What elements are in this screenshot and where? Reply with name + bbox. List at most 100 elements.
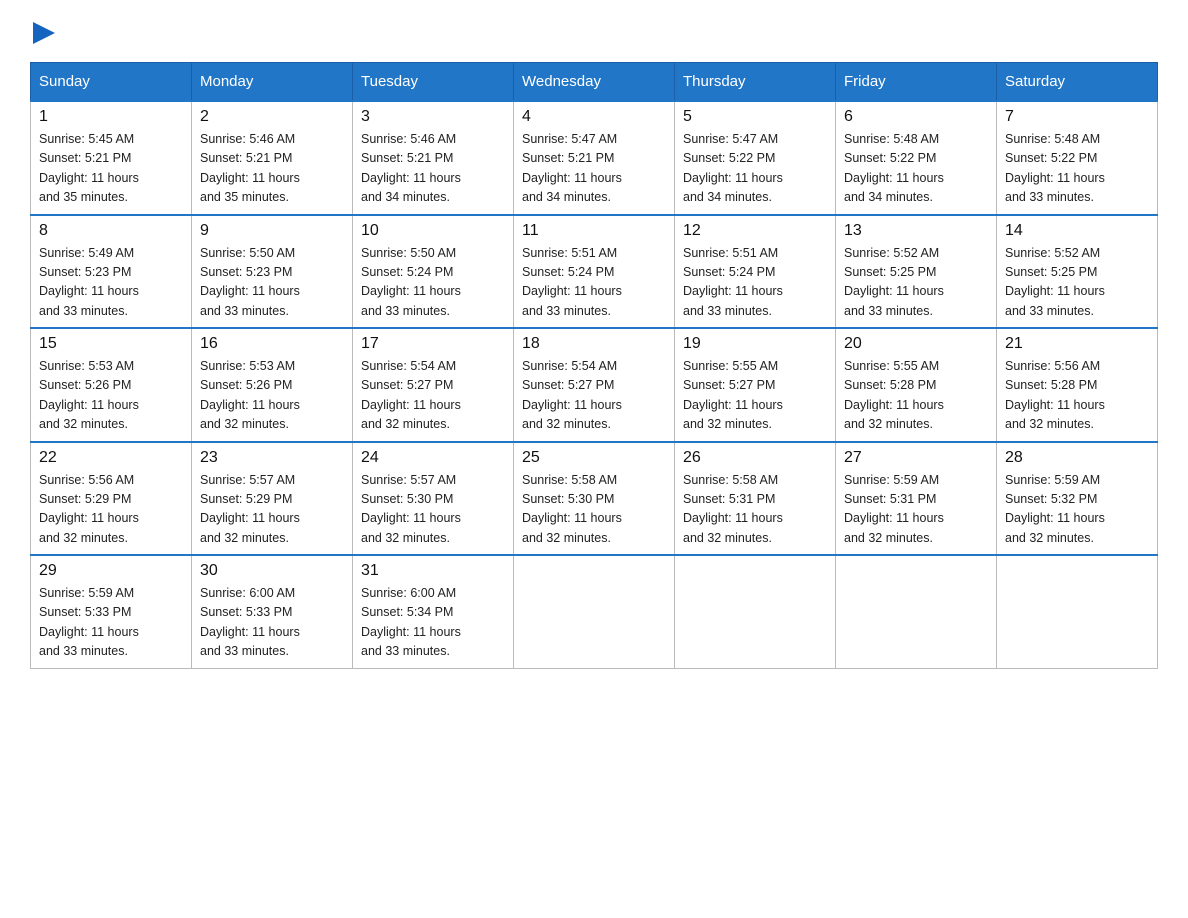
day-info: Sunrise: 5:46 AM Sunset: 5:21 PM Dayligh… [361, 130, 505, 208]
calendar-week-row: 1 Sunrise: 5:45 AM Sunset: 5:21 PM Dayli… [31, 101, 1158, 215]
calendar-cell: 17 Sunrise: 5:54 AM Sunset: 5:27 PM Dayl… [353, 328, 514, 442]
day-info: Sunrise: 5:58 AM Sunset: 5:31 PM Dayligh… [683, 471, 827, 549]
day-info: Sunrise: 5:47 AM Sunset: 5:21 PM Dayligh… [522, 130, 666, 208]
calendar-cell: 8 Sunrise: 5:49 AM Sunset: 5:23 PM Dayli… [31, 215, 192, 329]
day-info: Sunrise: 5:58 AM Sunset: 5:30 PM Dayligh… [522, 471, 666, 549]
page-header [30, 20, 1158, 44]
day-number: 25 [522, 449, 666, 467]
calendar-cell: 31 Sunrise: 6:00 AM Sunset: 5:34 PM Dayl… [353, 555, 514, 668]
calendar-table: SundayMondayTuesdayWednesdayThursdayFrid… [30, 62, 1158, 669]
day-number: 28 [1005, 449, 1149, 467]
day-number: 10 [361, 222, 505, 240]
calendar-cell: 13 Sunrise: 5:52 AM Sunset: 5:25 PM Dayl… [836, 215, 997, 329]
calendar-cell: 14 Sunrise: 5:52 AM Sunset: 5:25 PM Dayl… [997, 215, 1158, 329]
calendar-cell: 11 Sunrise: 5:51 AM Sunset: 5:24 PM Dayl… [514, 215, 675, 329]
calendar-header-row: SundayMondayTuesdayWednesdayThursdayFrid… [31, 63, 1158, 102]
calendar-cell: 21 Sunrise: 5:56 AM Sunset: 5:28 PM Dayl… [997, 328, 1158, 442]
calendar-cell: 5 Sunrise: 5:47 AM Sunset: 5:22 PM Dayli… [675, 101, 836, 215]
day-number: 22 [39, 449, 183, 467]
day-number: 4 [522, 108, 666, 126]
calendar-cell: 18 Sunrise: 5:54 AM Sunset: 5:27 PM Dayl… [514, 328, 675, 442]
day-info: Sunrise: 5:46 AM Sunset: 5:21 PM Dayligh… [200, 130, 344, 208]
calendar-cell: 28 Sunrise: 5:59 AM Sunset: 5:32 PM Dayl… [997, 442, 1158, 556]
day-info: Sunrise: 5:48 AM Sunset: 5:22 PM Dayligh… [844, 130, 988, 208]
calendar-cell: 19 Sunrise: 5:55 AM Sunset: 5:27 PM Dayl… [675, 328, 836, 442]
day-info: Sunrise: 5:57 AM Sunset: 5:30 PM Dayligh… [361, 471, 505, 549]
day-info: Sunrise: 5:52 AM Sunset: 5:25 PM Dayligh… [1005, 244, 1149, 322]
calendar-header-saturday: Saturday [997, 63, 1158, 102]
calendar-cell: 1 Sunrise: 5:45 AM Sunset: 5:21 PM Dayli… [31, 101, 192, 215]
day-number: 19 [683, 335, 827, 353]
calendar-cell: 27 Sunrise: 5:59 AM Sunset: 5:31 PM Dayl… [836, 442, 997, 556]
calendar-week-row: 15 Sunrise: 5:53 AM Sunset: 5:26 PM Dayl… [31, 328, 1158, 442]
day-info: Sunrise: 5:50 AM Sunset: 5:23 PM Dayligh… [200, 244, 344, 322]
day-info: Sunrise: 5:53 AM Sunset: 5:26 PM Dayligh… [39, 357, 183, 435]
day-number: 23 [200, 449, 344, 467]
day-info: Sunrise: 5:55 AM Sunset: 5:27 PM Dayligh… [683, 357, 827, 435]
calendar-cell: 10 Sunrise: 5:50 AM Sunset: 5:24 PM Dayl… [353, 215, 514, 329]
calendar-header-thursday: Thursday [675, 63, 836, 102]
day-info: Sunrise: 5:59 AM Sunset: 5:33 PM Dayligh… [39, 584, 183, 662]
calendar-cell: 2 Sunrise: 5:46 AM Sunset: 5:21 PM Dayli… [192, 101, 353, 215]
day-number: 29 [39, 562, 183, 580]
day-number: 14 [1005, 222, 1149, 240]
day-number: 12 [683, 222, 827, 240]
day-number: 17 [361, 335, 505, 353]
day-info: Sunrise: 5:49 AM Sunset: 5:23 PM Dayligh… [39, 244, 183, 322]
day-number: 18 [522, 335, 666, 353]
day-info: Sunrise: 5:47 AM Sunset: 5:22 PM Dayligh… [683, 130, 827, 208]
calendar-cell: 7 Sunrise: 5:48 AM Sunset: 5:22 PM Dayli… [997, 101, 1158, 215]
day-info: Sunrise: 5:50 AM Sunset: 5:24 PM Dayligh… [361, 244, 505, 322]
calendar-header-friday: Friday [836, 63, 997, 102]
day-info: Sunrise: 5:51 AM Sunset: 5:24 PM Dayligh… [683, 244, 827, 322]
calendar-cell: 4 Sunrise: 5:47 AM Sunset: 5:21 PM Dayli… [514, 101, 675, 215]
day-info: Sunrise: 5:52 AM Sunset: 5:25 PM Dayligh… [844, 244, 988, 322]
calendar-cell [997, 555, 1158, 668]
day-number: 16 [200, 335, 344, 353]
calendar-cell: 9 Sunrise: 5:50 AM Sunset: 5:23 PM Dayli… [192, 215, 353, 329]
calendar-cell: 15 Sunrise: 5:53 AM Sunset: 5:26 PM Dayl… [31, 328, 192, 442]
day-number: 5 [683, 108, 827, 126]
calendar-cell: 29 Sunrise: 5:59 AM Sunset: 5:33 PM Dayl… [31, 555, 192, 668]
day-number: 24 [361, 449, 505, 467]
day-info: Sunrise: 5:54 AM Sunset: 5:27 PM Dayligh… [361, 357, 505, 435]
calendar-cell: 26 Sunrise: 5:58 AM Sunset: 5:31 PM Dayl… [675, 442, 836, 556]
day-info: Sunrise: 5:55 AM Sunset: 5:28 PM Dayligh… [844, 357, 988, 435]
day-info: Sunrise: 6:00 AM Sunset: 5:34 PM Dayligh… [361, 584, 505, 662]
day-info: Sunrise: 5:54 AM Sunset: 5:27 PM Dayligh… [522, 357, 666, 435]
calendar-header-tuesday: Tuesday [353, 63, 514, 102]
day-number: 3 [361, 108, 505, 126]
calendar-cell: 6 Sunrise: 5:48 AM Sunset: 5:22 PM Dayli… [836, 101, 997, 215]
day-number: 9 [200, 222, 344, 240]
day-number: 15 [39, 335, 183, 353]
day-number: 11 [522, 222, 666, 240]
day-info: Sunrise: 5:48 AM Sunset: 5:22 PM Dayligh… [1005, 130, 1149, 208]
logo [30, 20, 55, 44]
calendar-header-sunday: Sunday [31, 63, 192, 102]
calendar-cell: 3 Sunrise: 5:46 AM Sunset: 5:21 PM Dayli… [353, 101, 514, 215]
day-info: Sunrise: 5:51 AM Sunset: 5:24 PM Dayligh… [522, 244, 666, 322]
day-number: 8 [39, 222, 183, 240]
calendar-cell [514, 555, 675, 668]
day-number: 20 [844, 335, 988, 353]
day-number: 31 [361, 562, 505, 580]
calendar-cell: 24 Sunrise: 5:57 AM Sunset: 5:30 PM Dayl… [353, 442, 514, 556]
calendar-header-monday: Monday [192, 63, 353, 102]
day-number: 27 [844, 449, 988, 467]
day-info: Sunrise: 6:00 AM Sunset: 5:33 PM Dayligh… [200, 584, 344, 662]
day-info: Sunrise: 5:45 AM Sunset: 5:21 PM Dayligh… [39, 130, 183, 208]
calendar-cell [675, 555, 836, 668]
calendar-cell: 12 Sunrise: 5:51 AM Sunset: 5:24 PM Dayl… [675, 215, 836, 329]
calendar-week-row: 8 Sunrise: 5:49 AM Sunset: 5:23 PM Dayli… [31, 215, 1158, 329]
day-number: 13 [844, 222, 988, 240]
day-info: Sunrise: 5:57 AM Sunset: 5:29 PM Dayligh… [200, 471, 344, 549]
day-number: 1 [39, 108, 183, 126]
calendar-cell: 16 Sunrise: 5:53 AM Sunset: 5:26 PM Dayl… [192, 328, 353, 442]
calendar-header-wednesday: Wednesday [514, 63, 675, 102]
calendar-cell [836, 555, 997, 668]
day-number: 30 [200, 562, 344, 580]
calendar-week-row: 29 Sunrise: 5:59 AM Sunset: 5:33 PM Dayl… [31, 555, 1158, 668]
day-info: Sunrise: 5:59 AM Sunset: 5:32 PM Dayligh… [1005, 471, 1149, 549]
day-info: Sunrise: 5:56 AM Sunset: 5:28 PM Dayligh… [1005, 357, 1149, 435]
day-info: Sunrise: 5:53 AM Sunset: 5:26 PM Dayligh… [200, 357, 344, 435]
